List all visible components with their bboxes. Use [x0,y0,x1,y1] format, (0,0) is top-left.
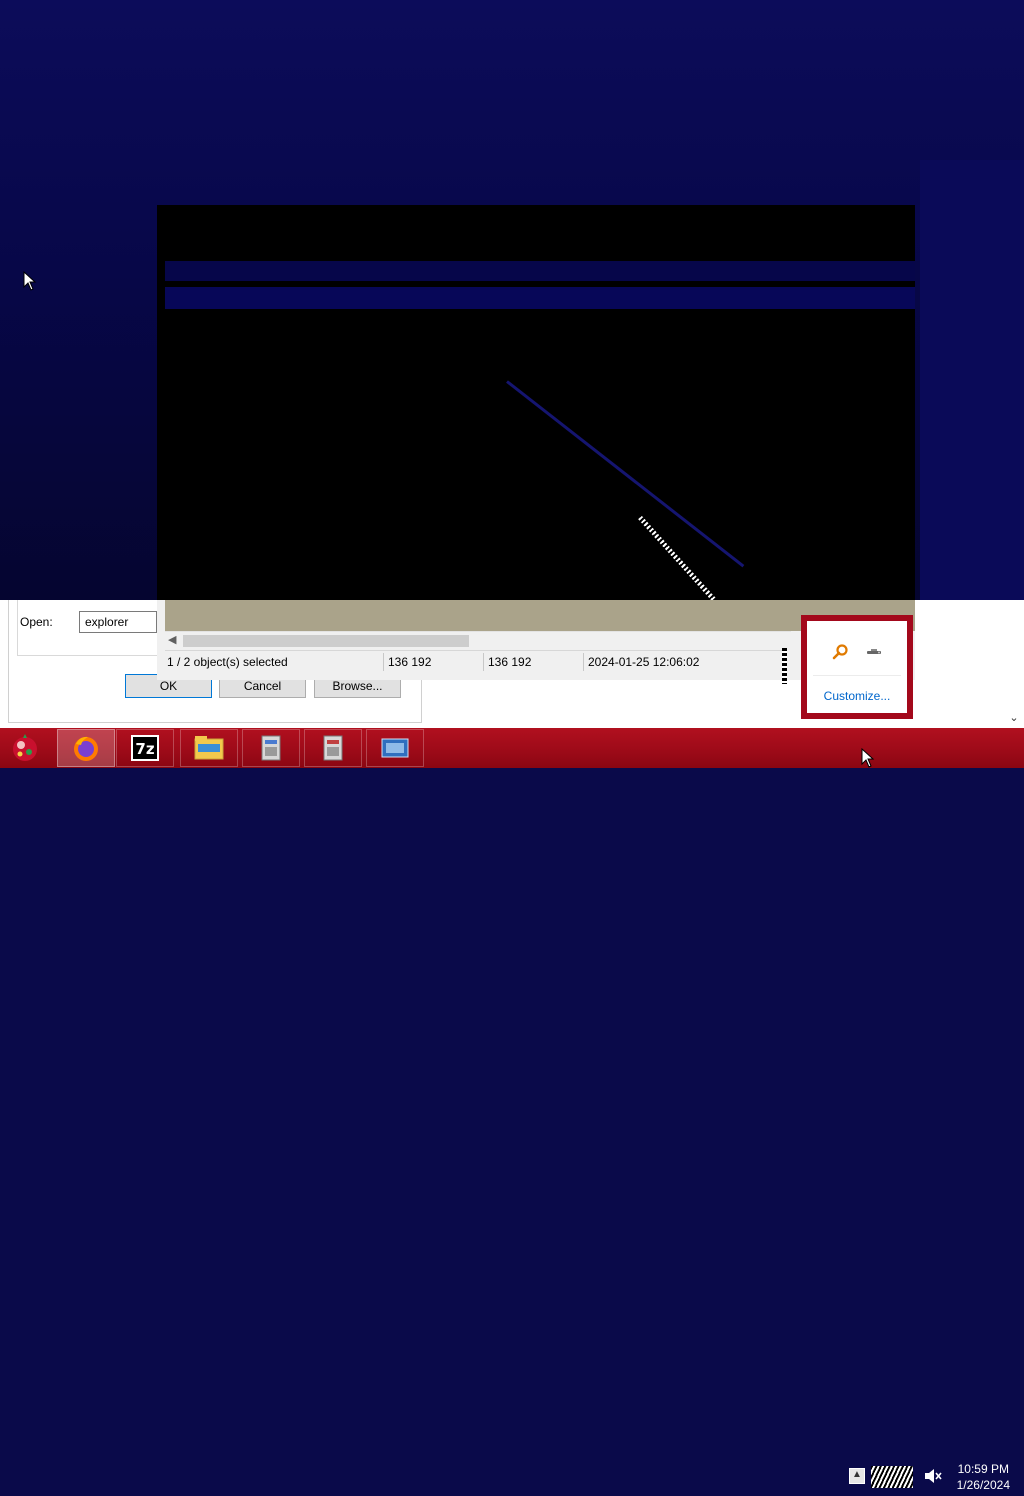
taskbar-7zip[interactable]: 7z [116,729,174,767]
status-bar: 1 / 2 object(s) selected 136 192 136 192… [165,650,785,673]
tray-popup-separator [813,675,901,676]
status-divider [583,653,584,671]
show-hidden-icons-button[interactable]: ▲ [849,1468,865,1484]
file-list-selected-row[interactable] [165,287,915,309]
search-key-icon[interactable] [831,643,849,661]
resize-grip[interactable] [782,648,787,684]
start-orb-icon [13,734,37,761]
mouse-cursor-icon [861,747,875,768]
remote-device-icon[interactable] [865,643,883,661]
status-divider [383,653,384,671]
customize-link[interactable]: Customize... [807,689,907,703]
speaker-muted-icon[interactable] [923,1467,943,1485]
folder-icon [194,736,224,760]
scroll-left-icon[interactable]: ◀ [168,632,182,649]
chevron-down-icon[interactable]: ⌄ [1008,712,1020,724]
status-modified: 2024-01-25 12:06:02 [588,655,700,669]
taskbar-installer-2[interactable] [304,729,362,767]
tray-overflow-popup: Customize... [801,615,913,719]
status-selection: 1 / 2 object(s) selected [167,655,288,669]
status-size: 136 192 [388,655,432,669]
window-app-icon [381,738,409,758]
scrollbar-thumb[interactable] [183,635,469,647]
tray-overflow-panel: Customize... [807,621,907,713]
taskbar-firefox[interactable] [57,729,115,767]
render-artifact-line [506,380,745,568]
taskbar-clock[interactable]: 10:59 PM 1/26/2024 [957,1461,1010,1493]
clock-time: 10:59 PM [957,1462,1009,1476]
render-artifact-stripes [871,1466,913,1488]
taskbar-file-explorer[interactable] [180,729,238,767]
desktop-glow [920,160,1024,600]
status-divider [483,653,484,671]
file-manager-window-content [157,205,915,600]
clock-date: 1/26/2024 [956,1478,1010,1492]
taskbar-app-window[interactable] [366,729,424,767]
horizontal-scrollbar[interactable]: ◀ [165,631,791,649]
installer-icon [261,735,281,761]
notification-area: ▲ 10:59 PM 1/26/2024 [845,1456,1024,1496]
open-label: Open: [20,615,53,629]
7zip-icon: 7z [131,735,159,761]
installer-icon [323,735,343,761]
open-input[interactable]: explorer [79,611,157,633]
start-button[interactable] [8,732,42,764]
taskbar-installer-1[interactable] [242,729,300,767]
mouse-cursor-icon [23,270,37,291]
file-list-header-band [165,261,915,281]
status-packed-size: 136 192 [488,655,532,669]
firefox-icon [74,736,98,761]
